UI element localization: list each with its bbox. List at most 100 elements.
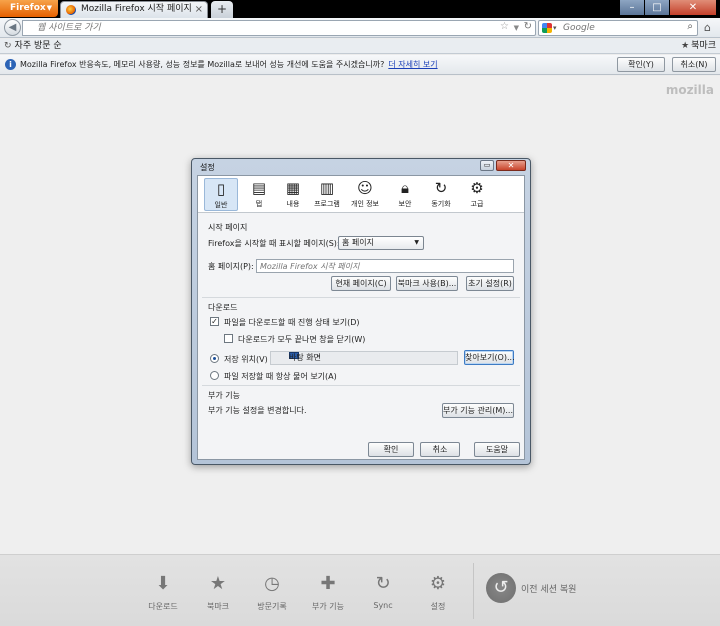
- search-input[interactable]: [563, 21, 679, 35]
- chevron-down-icon: ▼: [46, 4, 52, 12]
- bookmark-star-icon: ★: [209, 573, 227, 594]
- launcher-downloads[interactable]: ⬇ 다운로드: [133, 573, 193, 612]
- chevron-down-icon: ▼: [414, 239, 419, 246]
- show-downloads-checkbox[interactable]: ✓: [210, 317, 219, 326]
- launcher-bookmarks[interactable]: ★ 북마크: [188, 573, 248, 612]
- close-when-done-label: 다운로드가 모두 끝나면 창을 닫기(W): [238, 335, 366, 344]
- bookmark-star-icon[interactable]: ☆: [500, 21, 509, 32]
- startup-page-select[interactable]: 홈 페이지 ▼: [338, 236, 424, 250]
- notification-cancel-button[interactable]: 취소(N): [672, 57, 716, 72]
- browse-button[interactable]: 찾아보기(O)...: [464, 350, 515, 365]
- notification-text: Mozilla Firefox 반응속도, 메모리 사용량, 성능 정보를 Mo…: [20, 60, 385, 69]
- bookmarks-menu-icon: ★: [681, 41, 690, 51]
- launcher-settings[interactable]: ⚙ 설정: [408, 573, 468, 612]
- maximize-icon[interactable]: □: [645, 0, 669, 15]
- always-ask-radio[interactable]: [210, 371, 219, 380]
- launcher-settings-label: 설정: [430, 602, 446, 611]
- history-dropdown-icon[interactable]: ▼: [514, 21, 519, 35]
- dialog-ok-button[interactable]: 확인: [368, 442, 414, 457]
- manage-addons-button[interactable]: 부가 기능 관리(M)...: [442, 403, 514, 418]
- search-bar[interactable]: ▾ ⌕: [538, 20, 698, 36]
- learn-more-link[interactable]: 더 자세히 보기: [388, 60, 437, 69]
- launcher-addons[interactable]: ✚ 부가 기능: [298, 573, 358, 612]
- launcher-history[interactable]: ◷ 방문기록: [242, 573, 302, 612]
- dialog-close-icon[interactable]: ✕: [496, 160, 526, 171]
- home-page-input[interactable]: [256, 259, 514, 273]
- firefox-menu-button[interactable]: Firefox ▼: [0, 0, 58, 17]
- minimize-icon[interactable]: –: [620, 0, 644, 15]
- startup-page-value: 홈 페이지: [342, 238, 374, 247]
- launcher-bookmarks-label: 북마크: [206, 602, 230, 611]
- save-to-label: 저장 위치(V): [224, 355, 268, 364]
- tab-applications[interactable]: ▥ 프로그램: [310, 178, 344, 211]
- sync-icon: ↻: [434, 179, 448, 197]
- info-icon: i: [5, 59, 16, 70]
- tab-general-label: 일반: [214, 201, 228, 209]
- content-icon: ▦: [285, 179, 301, 197]
- reload-icon[interactable]: ↻: [524, 21, 532, 32]
- restore-default-button[interactable]: 초기 설정(R): [466, 276, 514, 291]
- dialog-cancel-button[interactable]: 취소: [420, 442, 460, 457]
- always-ask-label: 파일 저장할 때 항상 물어 보기(A): [224, 372, 337, 381]
- new-tab-button[interactable]: +: [211, 1, 233, 18]
- tab-start-page[interactable]: Mozilla Firefox 시작 페이지 ×: [60, 1, 208, 18]
- use-bookmark-button[interactable]: 북마크 사용(B)...: [396, 276, 458, 291]
- close-tab-icon[interactable]: ×: [195, 2, 203, 17]
- google-logo-icon[interactable]: [542, 23, 552, 33]
- navigation-toolbar: ◀ ☆ ▼ ↻ ▾ ⌕ ⌂: [0, 18, 720, 38]
- notification-ok-button[interactable]: 확인(Y): [617, 57, 665, 72]
- launcher-sync-label: Sync: [373, 601, 393, 610]
- dialog-title: 설정: [200, 163, 215, 172]
- tab-title: Mozilla Firefox 시작 페이지: [81, 4, 192, 14]
- save-to-radio[interactable]: [210, 354, 219, 363]
- tab-sync[interactable]: ↻ 동기화: [424, 178, 458, 211]
- download-icon: ⬇: [155, 573, 171, 594]
- url-input[interactable]: [37, 21, 497, 35]
- dialog-help-button[interactable]: 도움말: [474, 442, 520, 457]
- launcher-addons-label: 부가 기능: [312, 602, 344, 611]
- back-button[interactable]: ◀: [4, 19, 21, 36]
- dialog-system-button[interactable]: ▭: [480, 160, 494, 171]
- use-current-page-button[interactable]: 현재 페이지(C): [331, 276, 391, 291]
- launcher-downloads-label: 다운로드: [148, 602, 178, 611]
- bookmarks-menu-button[interactable]: ★ 북마크: [681, 39, 716, 54]
- tab-security[interactable]: 🔒︎ 보안: [388, 178, 422, 211]
- firefox-menu-label: Firefox: [10, 3, 46, 13]
- bookmarks-menu-label: 북마크: [691, 41, 716, 51]
- tab-general[interactable]: ▯ 일반: [204, 178, 238, 211]
- search-engine-dropdown-icon[interactable]: ▾: [553, 21, 557, 35]
- sync-icon: ↻: [375, 573, 391, 594]
- tab-privacy[interactable]: ☺ 개인 정보: [348, 178, 382, 211]
- tab-content[interactable]: ▦ 내용: [276, 178, 310, 211]
- start-page-launcher: ⬇ 다운로드 ★ 북마크 ◷ 방문기록 ✚ 부가 기능 ↻ Sync ⚙ 설정 …: [0, 554, 720, 626]
- tab-security-label: 보안: [398, 200, 412, 208]
- notification-message: Mozilla Firefox 반응속도, 메모리 사용량, 성능 정보를 Mo…: [20, 55, 438, 75]
- launcher-history-label: 방문기록: [257, 602, 287, 611]
- tab-advanced[interactable]: ⚙ 고급: [460, 178, 494, 211]
- window-close-icon[interactable]: ✕: [670, 0, 716, 15]
- home-page-label: 홈 페이지(P):: [208, 262, 254, 271]
- tab-privacy-label: 개인 정보: [351, 200, 379, 208]
- restore-session-icon: ↺: [486, 573, 516, 603]
- launcher-sync[interactable]: ↻ Sync: [353, 573, 413, 610]
- search-icon[interactable]: ⌕: [687, 21, 693, 32]
- startup-when-label: Firefox을 시작할 때 표시할 페이지(S):: [208, 239, 340, 248]
- download-folder-field: 바탕 화면: [270, 351, 458, 365]
- restore-session-label: 이전 세션 복원: [521, 585, 577, 595]
- advanced-icon: ⚙: [470, 179, 484, 197]
- url-bar[interactable]: ☆ ▼ ↻: [22, 20, 536, 36]
- settings-gear-icon: ⚙: [429, 573, 447, 594]
- tab-tabs[interactable]: ▤ 탭: [242, 178, 276, 211]
- addons-puzzle-icon: ✚: [320, 573, 336, 594]
- home-icon[interactable]: ⌂: [704, 21, 711, 34]
- title-bar: Firefox ▼ Mozilla Firefox 시작 페이지 × + – □…: [0, 0, 720, 18]
- close-when-done-checkbox[interactable]: [224, 334, 233, 343]
- bookmark-most-visited[interactable]: ↻ 자주 방문 순: [4, 39, 62, 54]
- bookmark-most-visited-label: 자주 방문 순: [14, 41, 62, 51]
- restore-session-button[interactable]: ↺ 이전 세션 복원: [486, 573, 676, 607]
- divider: [202, 385, 520, 386]
- tab-applications-label: 프로그램: [314, 200, 340, 208]
- startup-group-label: 시작 페이지: [208, 223, 248, 232]
- security-icon: 🔒︎: [401, 179, 409, 197]
- firefox-favicon-icon: [66, 5, 76, 15]
